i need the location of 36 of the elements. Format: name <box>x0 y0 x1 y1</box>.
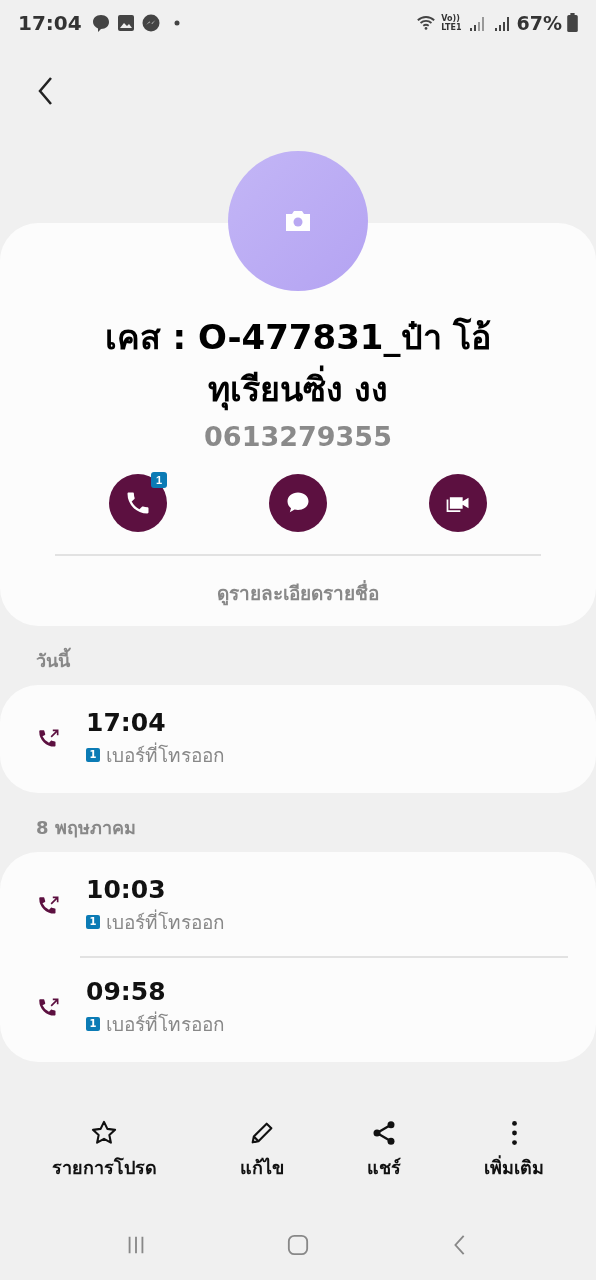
sim-badge: 1 <box>86 1017 100 1031</box>
more-icon <box>511 1121 517 1145</box>
messenger-icon <box>140 12 161 33</box>
image-icon <box>115 12 136 33</box>
call-type: เบอร์ที่โทรออก <box>106 908 225 935</box>
call-type: เบอร์ที่โทรออก <box>106 1010 225 1037</box>
sim-badge: 1 <box>86 915 100 929</box>
date-header: 8 พฤษภาคม <box>35 816 137 840</box>
chat-bubble-icon <box>90 12 111 33</box>
notification-dot-icon <box>173 19 180 26</box>
video-call-button[interactable] <box>429 474 487 532</box>
date-header: วันนี้ <box>0 626 596 685</box>
phone-number: 0613279355 <box>204 421 392 452</box>
call-log-item[interactable]: 17:04 1 เบอร์ที่โทรออก <box>0 689 596 789</box>
status-time: 17:04 <box>18 10 82 35</box>
call-time: 09:58 <box>86 977 167 1006</box>
favorite-button[interactable]: รายการโปรด <box>51 1119 157 1182</box>
call-type: เบอร์ที่โทรออก <box>106 741 225 768</box>
battery-percent: 67% <box>516 11 562 34</box>
call-time: 17:04 <box>86 708 167 737</box>
edit-button[interactable]: แก้ไข <box>239 1119 284 1182</box>
star-icon <box>90 1119 119 1147</box>
share-button[interactable]: แชร์ <box>367 1119 402 1182</box>
battery-icon <box>567 13 578 32</box>
call-log-item[interactable]: 10:03 1 เบอร์ที่โทรออก <box>0 856 596 956</box>
call-button[interactable]: 1 <box>109 474 167 532</box>
contact-name: เคส : O-477831_ป๋า โอ้ ทุเรียนซิ่ง งง <box>103 316 493 413</box>
sim-badge: 1 <box>86 748 100 762</box>
camera-icon <box>283 209 313 233</box>
more-button[interactable]: เพิ่มเติม <box>484 1119 545 1182</box>
message-button[interactable] <box>269 474 327 532</box>
call-time: 10:03 <box>86 875 167 904</box>
call-log-item[interactable]: 09:58 1 เบอร์ที่โทรออก <box>0 958 596 1058</box>
call-count-badge: 1 <box>151 472 167 488</box>
network-label: Vo)) LTE1 <box>441 13 462 32</box>
home-icon[interactable] <box>287 1234 309 1256</box>
